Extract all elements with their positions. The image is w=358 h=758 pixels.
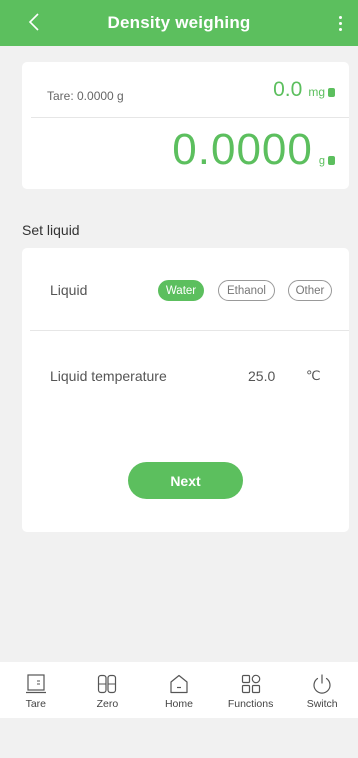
- divider: [30, 330, 349, 331]
- mg-unit-switch-icon[interactable]: [328, 88, 335, 97]
- page-title: Density weighing: [107, 13, 251, 32]
- mg-unit: mg: [308, 85, 325, 99]
- nav-tare-label: Tare: [25, 698, 47, 710]
- mg-value: 0.0: [273, 78, 303, 101]
- more-vertical-icon: [338, 14, 342, 32]
- nav-zero-label: Zero: [96, 698, 119, 710]
- tare-value-label: Tare: 0.0000 g: [47, 89, 124, 103]
- liquid-temperature-value[interactable]: 25.0: [248, 368, 275, 384]
- g-unit: g: [318, 155, 325, 167]
- divider: [31, 117, 349, 118]
- nav-home[interactable]: Home: [149, 662, 209, 718]
- nav-functions-label: Functions: [227, 698, 274, 710]
- g-reading: 0.0000 g: [172, 125, 335, 175]
- app-header: Density weighing: [0, 0, 358, 46]
- nav-tare[interactable]: Tare: [6, 662, 66, 718]
- bottom-navigation: Tare Zero Home Functions Switch: [0, 662, 358, 718]
- mg-reading: 0.0 mg: [273, 78, 335, 102]
- g-unit-switch-icon[interactable]: [328, 156, 335, 165]
- nav-functions[interactable]: Functions: [221, 662, 281, 718]
- nav-home-label: Home: [164, 698, 193, 710]
- liquid-option-ethanol[interactable]: Ethanol: [218, 280, 275, 301]
- set-liquid-heading: Set liquid: [22, 222, 80, 238]
- next-button[interactable]: Next: [128, 462, 243, 499]
- liquid-settings-card: Liquid Water Ethanol Other Liquid temper…: [22, 248, 349, 532]
- zero-icon: [98, 674, 117, 694]
- weight-display-card: Tare: 0.0000 g 0.0 mg 0.0000 g: [22, 62, 349, 189]
- nav-switch[interactable]: Switch: [292, 662, 352, 718]
- functions-icon: [241, 674, 260, 694]
- nav-zero[interactable]: Zero: [77, 662, 137, 718]
- liquid-option-water[interactable]: Water: [158, 280, 204, 301]
- home-icon: [170, 674, 188, 694]
- tare-icon: [25, 674, 46, 694]
- back-button[interactable]: [22, 8, 46, 36]
- power-icon: [313, 674, 331, 694]
- liquid-temperature-label: Liquid temperature: [50, 368, 167, 384]
- g-value: 0.0000: [172, 125, 313, 174]
- chevron-left-icon: [28, 13, 39, 31]
- more-menu-button[interactable]: [330, 10, 350, 36]
- liquid-option-other[interactable]: Other: [288, 280, 332, 301]
- liquid-label: Liquid: [50, 282, 88, 298]
- liquid-temperature-unit: ℃: [306, 368, 321, 383]
- nav-switch-label: Switch: [306, 698, 338, 710]
